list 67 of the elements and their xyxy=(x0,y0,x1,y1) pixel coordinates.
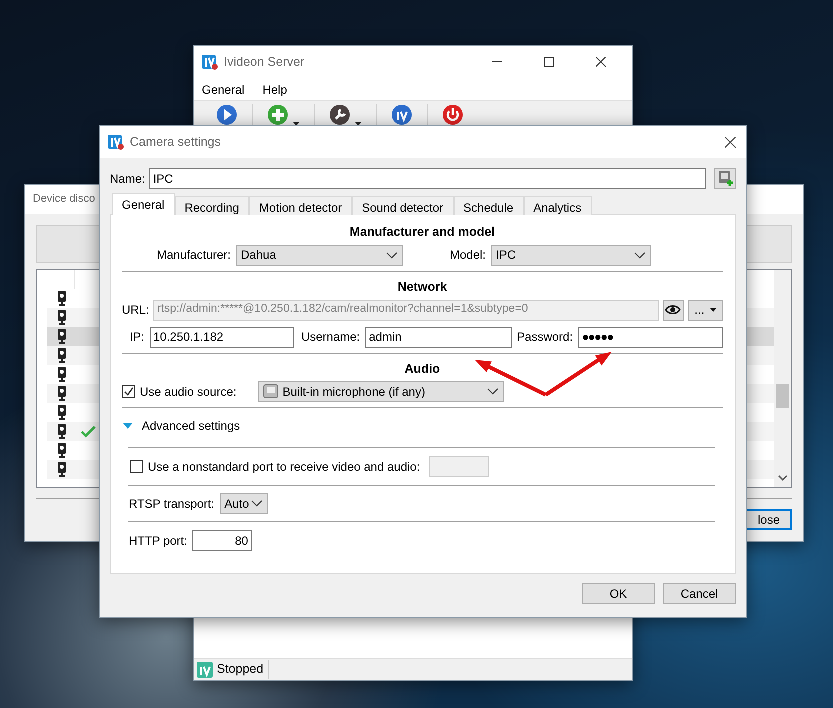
field-label: IP: xyxy=(128,329,144,346)
check-icon xyxy=(81,425,96,438)
chevron-down-icon xyxy=(486,388,499,396)
tab[interactable]: General xyxy=(112,193,175,215)
power-icon[interactable] xyxy=(442,104,464,126)
checkbox[interactable] xyxy=(122,385,135,398)
status-logo-icon xyxy=(197,662,213,678)
manufacturer-dropdown[interactable]: Dahua xyxy=(236,244,403,266)
eye-icon xyxy=(665,304,682,316)
section-heading: Manufacturer and model xyxy=(348,224,496,241)
tab[interactable]: Recording xyxy=(174,196,250,215)
field-label: Manufacturer: xyxy=(156,247,231,264)
camera-add-icon xyxy=(716,170,734,187)
expander-label[interactable]: Advanced settings xyxy=(142,417,240,436)
add-camera-button[interactable] xyxy=(714,168,736,189)
close-icon[interactable] xyxy=(596,57,606,67)
chevron-down-icon xyxy=(634,252,646,259)
field-label: URL: xyxy=(122,302,150,319)
ip-field[interactable]: 10.250.1.182 xyxy=(150,326,294,348)
model-dropdown[interactable]: IPC xyxy=(491,244,651,266)
microphone-icon xyxy=(262,384,279,400)
check-icon xyxy=(124,387,134,396)
wrench-icon[interactable] xyxy=(329,104,351,126)
scroll-down-icon[interactable] xyxy=(778,475,788,481)
camera-icon xyxy=(57,329,67,344)
section-heading: Network xyxy=(396,278,448,296)
field-label: Use audio source: xyxy=(140,384,237,401)
app-logo-icon[interactable] xyxy=(391,104,413,126)
field-label: RTSP transport: xyxy=(129,496,215,513)
add-icon[interactable] xyxy=(267,104,289,126)
chevron-down-icon xyxy=(250,500,263,508)
menu-item[interactable]: General xyxy=(202,81,245,97)
audio-source-dropdown[interactable]: Built-in microphone (if any) xyxy=(258,381,504,402)
app-logo-icon xyxy=(108,134,124,150)
play-icon[interactable] xyxy=(216,104,238,126)
window-title: Ivideon Server xyxy=(224,54,306,71)
checkbox[interactable] xyxy=(130,460,143,474)
close-icon[interactable] xyxy=(725,136,736,148)
maximize-icon[interactable] xyxy=(544,57,554,67)
field-label: HTTP port: xyxy=(129,532,188,550)
dialog-button[interactable]: OK xyxy=(582,583,655,604)
show-password-button[interactable] xyxy=(662,300,684,320)
field-label: Use a nonstandard port to receive video and audio: xyxy=(148,458,420,476)
tab[interactable]: Motion detector xyxy=(249,196,352,215)
menu-item[interactable]: Help xyxy=(262,81,288,97)
chevron-down-icon xyxy=(386,252,398,259)
name-field[interactable]: IPC xyxy=(149,168,706,189)
tab[interactable]: Analytics xyxy=(524,196,592,215)
dialog-button[interactable]: Cancel xyxy=(663,583,736,604)
field-label: Password: xyxy=(517,329,574,346)
http-port-field[interactable]: 80 xyxy=(192,530,252,552)
tab[interactable]: Sound detector xyxy=(352,196,454,215)
username-field[interactable]: admin xyxy=(365,326,512,348)
field-label: Username: xyxy=(301,329,360,346)
more-options-button[interactable]: ... xyxy=(688,300,723,320)
triangle-icon[interactable] xyxy=(123,423,133,430)
status-text: Stopped xyxy=(217,660,269,679)
scrollbar-thumb[interactable] xyxy=(776,384,789,408)
field-label: Name: xyxy=(110,170,146,188)
window-title: Device disco xyxy=(33,192,96,208)
field-label: Model: xyxy=(448,247,486,264)
tab[interactable]: Schedule xyxy=(454,196,524,215)
rtsp-transport-dropdown[interactable]: Auto xyxy=(220,493,268,514)
app-logo-icon xyxy=(202,54,218,70)
section-heading: Audio xyxy=(404,360,442,378)
password-field[interactable]: ●●●●● xyxy=(578,326,723,348)
window-title: Camera settings xyxy=(130,134,222,151)
